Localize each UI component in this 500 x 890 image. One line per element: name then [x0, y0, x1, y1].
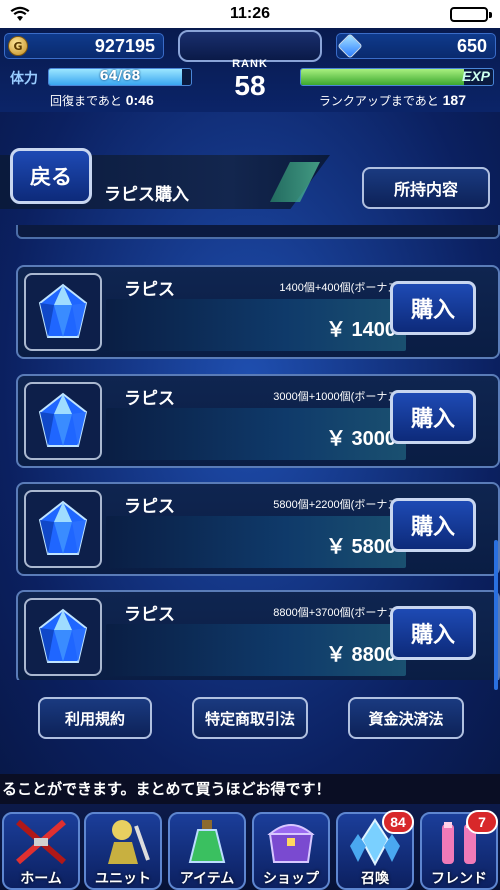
lapis-value: 650 [456, 35, 487, 56]
item-price-box: ￥ 5800 [106, 516, 406, 568]
recover-time: 0:46 [125, 92, 154, 108]
tab-label: 召喚 [361, 871, 389, 887]
friend-badge: 7 [466, 810, 498, 834]
recover-label: 回復まであと [50, 94, 122, 108]
item-price: ￥ 5800 [325, 536, 396, 558]
tab-label: ユニット [95, 871, 151, 887]
item-price-box: ￥ 1400 [106, 299, 406, 351]
item-price-box: ￥ 8800 [106, 624, 406, 676]
tab-label: ホーム [20, 871, 62, 887]
item-price: ￥ 8800 [325, 644, 396, 666]
tab-label: フレンド [431, 871, 487, 887]
item-title-row: ラピス 5800個+2200個(ボーナス) [106, 486, 406, 517]
list-item: ラピス 3000個+1000個(ボーナス) ￥ 3000 購入 [16, 374, 500, 468]
gil-coin-icon: G [8, 36, 28, 56]
rankup-label: ランクアップまであと [318, 94, 439, 108]
item-name: ラピス [124, 389, 175, 409]
list-item: ラピス 5800個+2200個(ボーナス) ￥ 5800 購入 [16, 482, 500, 576]
lapis-counter: 650 [336, 33, 496, 59]
item-price-box: ￥ 3000 [106, 408, 406, 460]
list-item: ラピス 8800個+3700個(ボーナス) ￥ 8800 購入 [16, 590, 500, 680]
buy-button[interactable]: 購入 [390, 498, 476, 552]
gil-counter: G 927195 [4, 33, 164, 59]
item-bundle: 8800個+3700個(ボーナス) [273, 607, 402, 619]
back-button[interactable]: 戻る [10, 148, 92, 204]
item-name: ラピス [124, 605, 175, 625]
item-bundle: 3000個+1000個(ボーナス) [273, 391, 402, 403]
terms-button[interactable]: 利用規約 [38, 697, 152, 739]
tab-home[interactable]: ホーム [2, 812, 82, 890]
list-item-partial [16, 225, 500, 239]
tab-shop[interactable]: ショップ [252, 812, 332, 890]
tab-friend[interactable]: フレンド 7 [420, 810, 500, 890]
top-hud: G 927195 RANK 58 650 体力 64/68 回復まであと 0:4… [0, 28, 500, 112]
wifi-icon [10, 6, 30, 21]
item-title-row: ラピス 8800個+3700個(ボーナス) [106, 594, 406, 625]
lapis-crystal-icon [24, 598, 102, 676]
exp-label: EXP [461, 68, 490, 84]
item-bundle: 1400個+400個(ボーナス) [279, 282, 402, 294]
item-bundle: 5800個+2200個(ボーナス) [273, 499, 402, 511]
tab-label: ショップ [263, 871, 319, 887]
home-sword-icon [16, 819, 66, 865]
stamina-label: 体力 [10, 71, 38, 87]
summon-badge: 84 [382, 810, 414, 834]
recover-timer: 回復まであと 0:46 [50, 92, 154, 109]
tab-item[interactable]: アイテム [168, 812, 248, 890]
tab-label: アイテム [179, 871, 235, 887]
shop-chest-icon [267, 824, 315, 863]
page-title: ラピス購入 [104, 185, 189, 205]
item-price: ￥ 1400 [325, 319, 396, 341]
product-list[interactable]: ラピス 1400個+400個(ボーナス) ￥ 1400 購入 ラピス 3000個… [0, 225, 500, 680]
item-title-row: ラピス 3000個+1000個(ボーナス) [106, 378, 406, 409]
buy-button[interactable]: 購入 [390, 390, 476, 444]
lapis-crystal-icon [24, 273, 102, 351]
item-name: ラピス [124, 497, 175, 517]
list-item: ラピス 1400個+400個(ボーナス) ￥ 1400 購入 [16, 265, 500, 359]
lapis-crystal-icon [24, 382, 102, 460]
item-name: ラピス [124, 280, 175, 300]
news-ticker: ることができます。まとめて買うほどお得です！ [0, 774, 500, 804]
rankup-remaining: ランクアップまであと 187 [319, 92, 466, 109]
battery-icon [450, 7, 492, 22]
buy-button[interactable]: 購入 [390, 606, 476, 660]
stamina-text: 64/68 [99, 69, 141, 84]
item-potion-icon [188, 820, 226, 863]
payment-law-button[interactable]: 資金決済法 [348, 697, 464, 739]
rankup-value: 187 [442, 92, 466, 108]
item-title-row: ラピス 1400個+400個(ボーナス) [106, 269, 406, 300]
tab-bar: ホーム ユニット アイテム ショップ 召喚 84 フレンド 7 [0, 804, 500, 890]
buy-button[interactable]: 購入 [390, 281, 476, 335]
unit-warrior-icon [108, 820, 150, 864]
status-bar: 11:26 [0, 0, 500, 28]
gil-value: 927195 [94, 35, 155, 56]
exp-fill [301, 69, 465, 85]
lapis-crystal-icon [24, 490, 102, 568]
clock: 11:26 [229, 5, 271, 22]
scrollbar[interactable] [494, 540, 498, 690]
tab-summon[interactable]: 召喚 84 [336, 810, 416, 890]
tab-unit[interactable]: ユニット [84, 812, 164, 890]
item-price: ￥ 3000 [325, 428, 396, 450]
commerce-law-button[interactable]: 特定商取引法 [192, 697, 308, 739]
inventory-button[interactable]: 所持内容 [362, 167, 490, 209]
